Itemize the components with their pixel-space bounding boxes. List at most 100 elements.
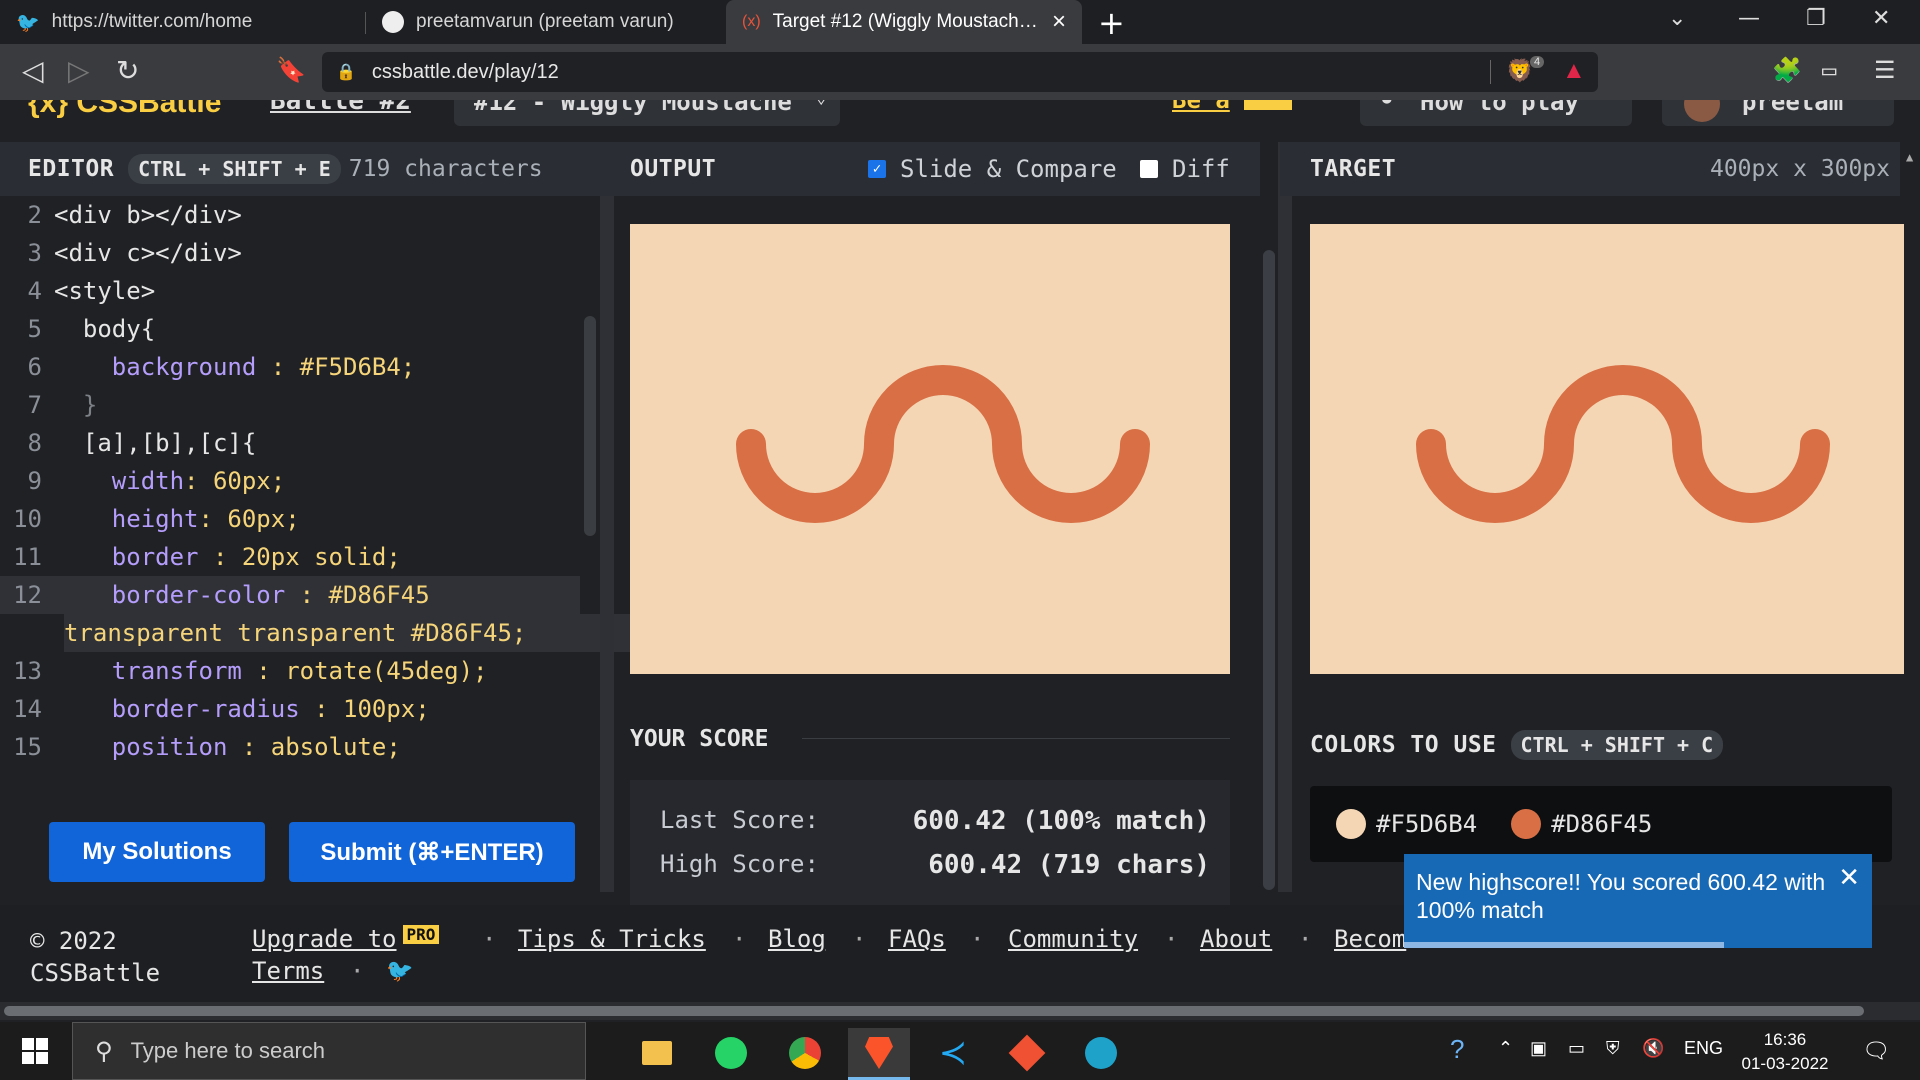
page: {x} CSSBattle Battle #2 #12 - Wiggly Mou… (0, 100, 1920, 1005)
header-link[interactable]: Be a (1172, 100, 1230, 114)
color-swatch[interactable]: #D86F45 (1511, 809, 1652, 839)
tips-link[interactable]: Tips & Tricks (518, 925, 706, 953)
checkbox-checked-icon[interactable]: ✓ (868, 160, 886, 178)
close-window-icon[interactable]: ✕ (1872, 6, 1890, 31)
my-solutions-button[interactable]: My Solutions (49, 822, 265, 882)
volume-icon[interactable]: 🔇 (1642, 1038, 1664, 1059)
rewards-icon[interactable]: ▲ (1562, 57, 1586, 85)
tab-cssbattle[interactable]: (x) Target #12 (Wiggly Moustache) - CSSB… (726, 0, 1082, 44)
output-scrollbar[interactable] (1263, 250, 1275, 890)
address-bar[interactable]: 🔒 cssbattle.dev/play/12 🦁 4 ▲ (322, 52, 1598, 92)
highscore-toast: New highscore!! You scored 600.42 with 1… (1404, 854, 1872, 948)
blog-link[interactable]: Blog (768, 925, 826, 953)
score-title: YOUR SCORE (630, 726, 769, 752)
horizontal-scrollbar[interactable] (0, 1002, 1920, 1020)
colors-shortcut: CTRL + SHIFT + C (1510, 730, 1724, 760)
code-editor[interactable]: 2 <div b></div> 3 <div c></div> 4 <style> 5… (0, 196, 644, 896)
cssbattle-logo[interactable]: {x} CSSBattle (28, 100, 221, 120)
tab-search-icon[interactable]: ⌄ (1668, 6, 1686, 31)
tab-label: https://twitter.com/home (51, 11, 253, 32)
user-menu[interactable]: preetam (1662, 100, 1894, 126)
extensions-icon[interactable]: 🧩 (1772, 56, 1802, 84)
code-line: 7 } (27, 391, 98, 419)
diff-toggle[interactable]: Diff (1140, 155, 1230, 183)
editor-scrollbar[interactable] (584, 316, 596, 536)
browser-toolbar: ◁ ▷ ↻ 🔖 🔒 cssbattle.dev/play/12 🦁 4 ▲ 🧩 … (0, 44, 1920, 100)
become-link[interactable]: Becom (1334, 925, 1406, 953)
code-line: 13 transform : rotate(45deg); (13, 657, 488, 685)
tab-github[interactable]: preetamvarun (preetam varun) (366, 0, 724, 44)
forward-icon[interactable]: ▷ (68, 54, 90, 87)
output-header: OUTPUT ✓ Slide & Compare Diff (600, 142, 1260, 196)
submit-button[interactable]: Submit (⌘+ENTER) (289, 822, 575, 882)
color-dot (1336, 809, 1366, 839)
about-link[interactable]: About (1200, 925, 1272, 953)
whatsapp-icon[interactable] (700, 1028, 762, 1078)
copyright: © 2022 (30, 927, 117, 955)
help-icon[interactable]: ? (1450, 1034, 1464, 1065)
high-score-value: 600.42 (719 chars) (928, 850, 1210, 880)
panel-divider (1278, 142, 1292, 892)
last-score-value: 600.42 (100% match) (912, 806, 1210, 836)
copyright-name: CSSBattle (30, 959, 161, 987)
colors-list: #F5D6B4 #D86F45 (1310, 786, 1892, 862)
code-line: 14 border-radius : 100px; (13, 695, 430, 723)
windows-start-icon[interactable] (22, 1038, 48, 1064)
avatar (1684, 100, 1720, 122)
chevron-up-icon[interactable]: ⌃ (1498, 1038, 1513, 1059)
site-header: {x} CSSBattle Battle #2 #12 - Wiggly Mou… (0, 100, 1920, 142)
reload-icon[interactable]: ↻ (116, 54, 139, 87)
wallet-icon[interactable]: ▭ (1822, 56, 1836, 84)
color-swatch[interactable]: #F5D6B4 (1336, 809, 1477, 839)
close-icon[interactable]: ✕ (1838, 864, 1860, 892)
battery-icon[interactable]: ▭ (1568, 1038, 1585, 1059)
close-tab-icon[interactable]: × (1052, 8, 1066, 36)
colors-header: COLORS TO USE CTRL + SHIFT + C (1310, 730, 1724, 760)
vscode-icon[interactable]: ≺ (922, 1028, 984, 1078)
tab-twitter[interactable]: 🐦 https://twitter.com/home (0, 0, 365, 44)
bookmark-icon[interactable]: 🔖 (276, 56, 306, 84)
restore-icon[interactable]: ❐ (1806, 6, 1826, 31)
page-scrollbar[interactable]: ▲ (1904, 150, 1918, 850)
toast-progress (1404, 942, 1724, 948)
search-placeholder: Type here to search (130, 1038, 326, 1063)
back-icon[interactable]: ◁ (22, 54, 44, 87)
terms-link[interactable]: Terms (252, 957, 324, 985)
char-count: 719 characters (348, 156, 543, 182)
editor-title: EDITOR (28, 156, 115, 182)
minimize-icon[interactable]: — (1738, 6, 1760, 31)
faqs-link[interactable]: FAQs (888, 925, 946, 953)
output-canvas[interactable] (630, 224, 1230, 674)
brave-icon[interactable] (848, 1028, 910, 1080)
upgrade-link[interactable]: Upgrade to PRO (252, 925, 440, 953)
code-line: 8 [a],[b],[c]{ (27, 429, 257, 457)
git-icon[interactable] (996, 1028, 1058, 1078)
chrome-icon[interactable] (774, 1028, 836, 1078)
community-link[interactable]: Community (1008, 925, 1138, 953)
slide-compare-toggle[interactable]: ✓ Slide & Compare (868, 155, 1117, 183)
cssbattle-icon: (x) (742, 13, 761, 30)
twitter-icon[interactable]: 🐦 (386, 959, 413, 984)
new-tab-icon[interactable]: + (1098, 4, 1125, 42)
clock[interactable]: 16:36 01-03-2022 (1730, 1028, 1840, 1076)
menu-icon[interactable]: ☰ (1874, 56, 1896, 84)
code-line: 9 width: 60px; (27, 467, 286, 495)
taskbar-search[interactable]: ⚲ Type here to search (72, 1022, 586, 1080)
language-indicator[interactable]: ENG (1684, 1038, 1723, 1059)
code-line: 6 background : #F5D6B4; (27, 353, 416, 381)
how-to-play-button[interactable]: ● How to play (1360, 100, 1632, 126)
security-icon[interactable]: ⛨ (1606, 1038, 1620, 1059)
windows-taskbar: ⚲ Type here to search ≺ ? ⌃ ▣ ▭ ⛨ 🔇 ENG … (0, 1022, 1920, 1080)
chevron-down-icon: ⌄ (816, 100, 826, 107)
checkbox-icon[interactable] (1140, 160, 1158, 178)
network-icon[interactable]: ▣ (1530, 1038, 1547, 1059)
moustache-shape (736, 365, 1150, 523)
target-title: TARGET (1310, 156, 1397, 182)
file-explorer-icon[interactable] (626, 1028, 688, 1078)
breadcrumb-battle[interactable]: Battle #2 (270, 100, 411, 116)
toast-message: New highscore!! You scored 600.42 with 1… (1416, 869, 1826, 923)
target-selector[interactable]: #12 - Wiggly Moustache ⌄ (454, 100, 840, 126)
edge-icon[interactable] (1070, 1028, 1132, 1078)
notifications-icon[interactable]: 🗨 (1862, 1038, 1890, 1064)
high-score-row: High Score: 600.42 (719 chars) (660, 850, 1210, 880)
